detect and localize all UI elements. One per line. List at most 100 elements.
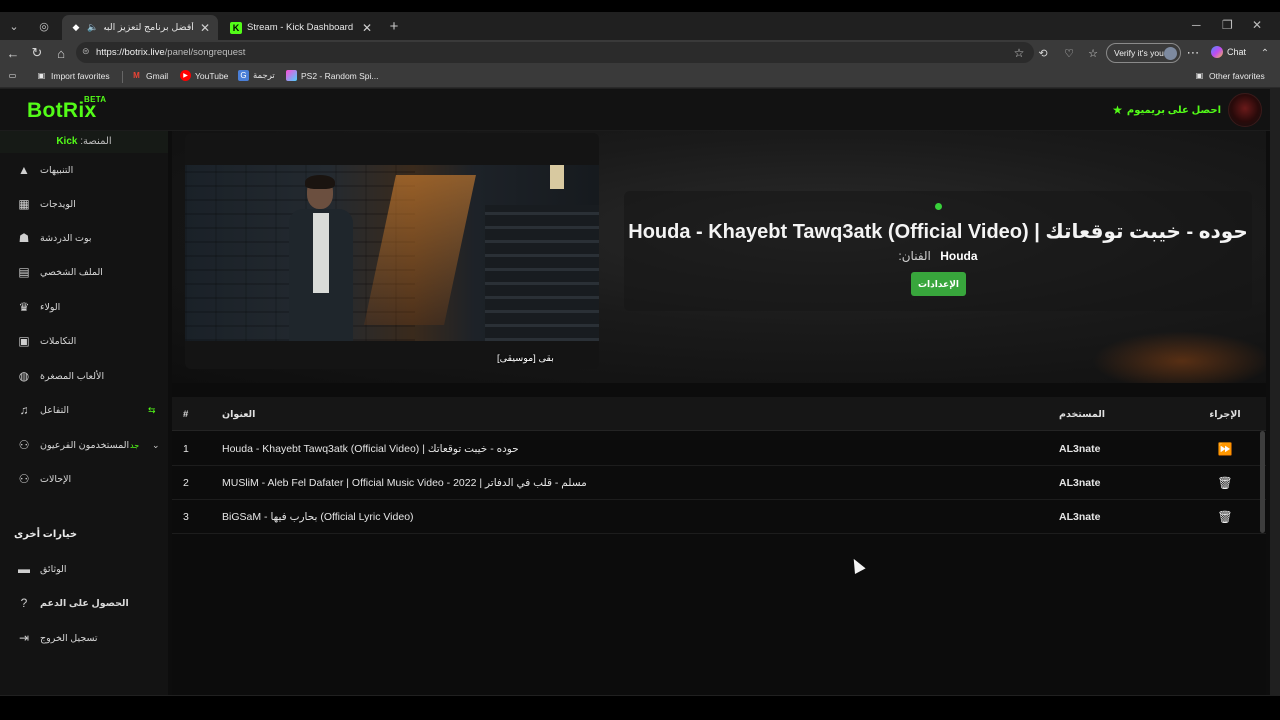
copilot-icon [1211,46,1223,58]
url-host: https://botrix.live [96,47,165,58]
delete-button[interactable]: 🗑 [1200,466,1250,500]
tab-botrix[interactable]: ◆ 🔈 أفضل برنامج لتعزيز البث المباشر ✕ [62,15,218,40]
fav-translate[interactable]: G ترجمة [238,70,275,81]
profile-avatar[interactable] [1228,93,1262,127]
app-header: BotRix BETA احصل على بريميوم ★ [0,89,1270,131]
fav-gmail[interactable]: M Gmail [131,70,168,81]
kick-favicon-icon: K [230,21,242,34]
more-menu-icon[interactable]: ⋯ [1184,44,1202,62]
sidebar-item-label: الويدجات [40,198,76,210]
skip-icon: ⏩ [1217,442,1233,456]
reading-list-icon: ▭ [8,71,17,80]
users-icon: ⚇ [18,438,30,452]
table-scrollbar[interactable] [1260,431,1265,533]
globe-icon[interactable]: ◎ [34,16,54,36]
tab-title: Stream - Kick Dashboard [247,22,354,33]
collections-icon[interactable]: ☆ [1084,44,1102,62]
fav-ps2[interactable]: PS2 - Random Spi... [286,70,378,81]
favorites-divider [122,71,123,83]
artist-name: Houda [940,249,978,263]
video-player[interactable]: بقى [موسيقى] [185,133,599,369]
sidebar-item-label: الولاء [40,301,61,313]
id-card-icon: ▤ [18,265,30,279]
sidebar-item-referrals[interactable]: ⚇ الإحالات [0,464,168,494]
folder-icon: ▣ [37,71,46,80]
site-info-icon[interactable]: ⊜ [82,46,90,57]
sidebar-item-integrations[interactable]: ▣ التكاملات [0,326,168,356]
gmail-icon: M [133,71,140,80]
botrix-favicon-icon: ◆ [72,22,80,32]
tab-kick-dashboard[interactable]: K Stream - Kick Dashboard ✕ [222,15,380,40]
fav-label: YouTube [195,70,229,81]
sidebar-toggle-icon[interactable]: ⌃ [1256,44,1274,62]
sidebar-item-interaction[interactable]: ♫ التفاعل ⇆ [0,395,168,425]
header-user: المستخدم [1059,408,1106,420]
sidebar-item-support[interactable]: ? الحصول على الدعم [0,588,168,618]
tab-close-icon[interactable]: ✕ [362,21,372,35]
url-input[interactable]: ⊜ https://botrix.live/panel/songrequest [76,42,1034,63]
sidebar-item-minigames[interactable]: ◍ الألعاب المصغرة [0,361,168,391]
ps2-icon [286,70,297,81]
settings-button[interactable]: الإعدادات [911,272,966,296]
new-tab-icon[interactable]: + [384,16,404,36]
sidebar-item-chatbot[interactable]: ☗ بوت الدردشة [0,223,168,253]
profile-verify-button[interactable]: Verify it's you [1106,43,1181,63]
chat-label: Chat [1227,47,1247,57]
reload-icon[interactable]: ↻ [28,44,46,62]
sidebar-item-docs[interactable]: ▬ الوثائق [0,554,168,584]
sidebar-item-subusers[interactable]: ⚇ المستخدمون الفرعيون جد ⌄ [0,430,168,460]
table-row: 3 BiGSaM - بحارب فيها (Official Lyric Vi… [172,500,1266,534]
delete-button[interactable]: 🗑 [1200,500,1250,534]
sidebar-item-label: الملف الشخصي [40,266,103,278]
fav-import[interactable]: ▣ Import favorites [36,70,110,81]
window-close-icon[interactable]: ✕ [1252,18,1262,32]
header-num: # [183,408,189,420]
sidebar-item-label: الإحالات [40,473,72,485]
extensions-icon[interactable]: ⟲ [1034,44,1052,62]
chevron-down-icon[interactable]: ⌄ [152,440,160,451]
person-hair [305,175,335,189]
row-user: AL3nate [1059,477,1101,489]
thumbnail-person [281,175,361,341]
expand-badge-icon: ⇆ [148,404,156,415]
gamepad-icon: ◍ [18,369,30,383]
sidebar-item-loyalty[interactable]: ♛ الولاء [0,292,168,322]
row-num: 3 [183,511,189,523]
sidebar-item-profile[interactable]: ▤ الملف الشخصي [0,257,168,287]
copilot-chat-button[interactable]: Chat [1211,46,1246,58]
favorite-star-icon[interactable]: ☆ [1010,44,1028,62]
sidebar-item-label: بوت الدردشة [40,232,92,244]
skip-button[interactable]: ⏩ [1200,432,1250,466]
trash-icon: 🗑 [1217,510,1233,524]
thumbnail-stairs [485,205,599,341]
speaker-icon[interactable]: 🔈 [87,22,99,34]
trash-icon: 🗑 [1217,476,1233,490]
restore-icon[interactable]: ❐ [1222,18,1233,32]
artist-line: الفنان: Houda [624,249,1252,263]
browser-essentials-icon[interactable]: ♡ [1060,44,1078,62]
fav-other-favorites[interactable]: ▣ Other favorites [1194,70,1265,81]
sidebar-item-label: التكاملات [40,335,77,347]
minimize-icon[interactable]: ─ [1192,18,1201,32]
home-icon[interactable]: ⌂ [52,44,70,62]
row-user: AL3nate [1059,511,1101,523]
botrix-logo[interactable]: BotRix BETA [27,95,106,123]
profile-avatar-icon [1164,47,1177,60]
sidebar-item-widgets[interactable]: ▦ الويدجات [0,189,168,219]
botrix-app: BotRix BETA احصل على بريميوم ★ Kick المن… [0,89,1270,695]
sidebar-item-alerts[interactable]: ▲ التنبيهات [0,155,168,185]
youtube-icon: ▶ [180,70,191,81]
row-title: Houda - Khayebt Tawq3atk (Official Video… [222,443,519,455]
favorites-menu-icon[interactable]: ▭ [7,70,18,81]
referrals-icon: ⚇ [18,472,30,486]
header-title: العنوان [222,408,256,420]
back-icon[interactable]: ← [4,44,22,62]
music-icon: ♫ [19,403,29,417]
fav-youtube[interactable]: ▶ YouTube [180,70,228,81]
tab-close-icon[interactable]: ✕ [200,21,210,35]
tab-list-icon[interactable]: ⌄ [4,16,24,36]
get-premium-link[interactable]: احصل على بريميوم ★ [1112,103,1221,117]
row-title: BiGSaM - بحارب فيها (Official Lyric Vide… [222,511,414,523]
platform-indicator: Kick المنصة: [0,131,168,153]
sidebar-item-logout[interactable]: ⇥ تسجيل الخروج [0,623,168,653]
